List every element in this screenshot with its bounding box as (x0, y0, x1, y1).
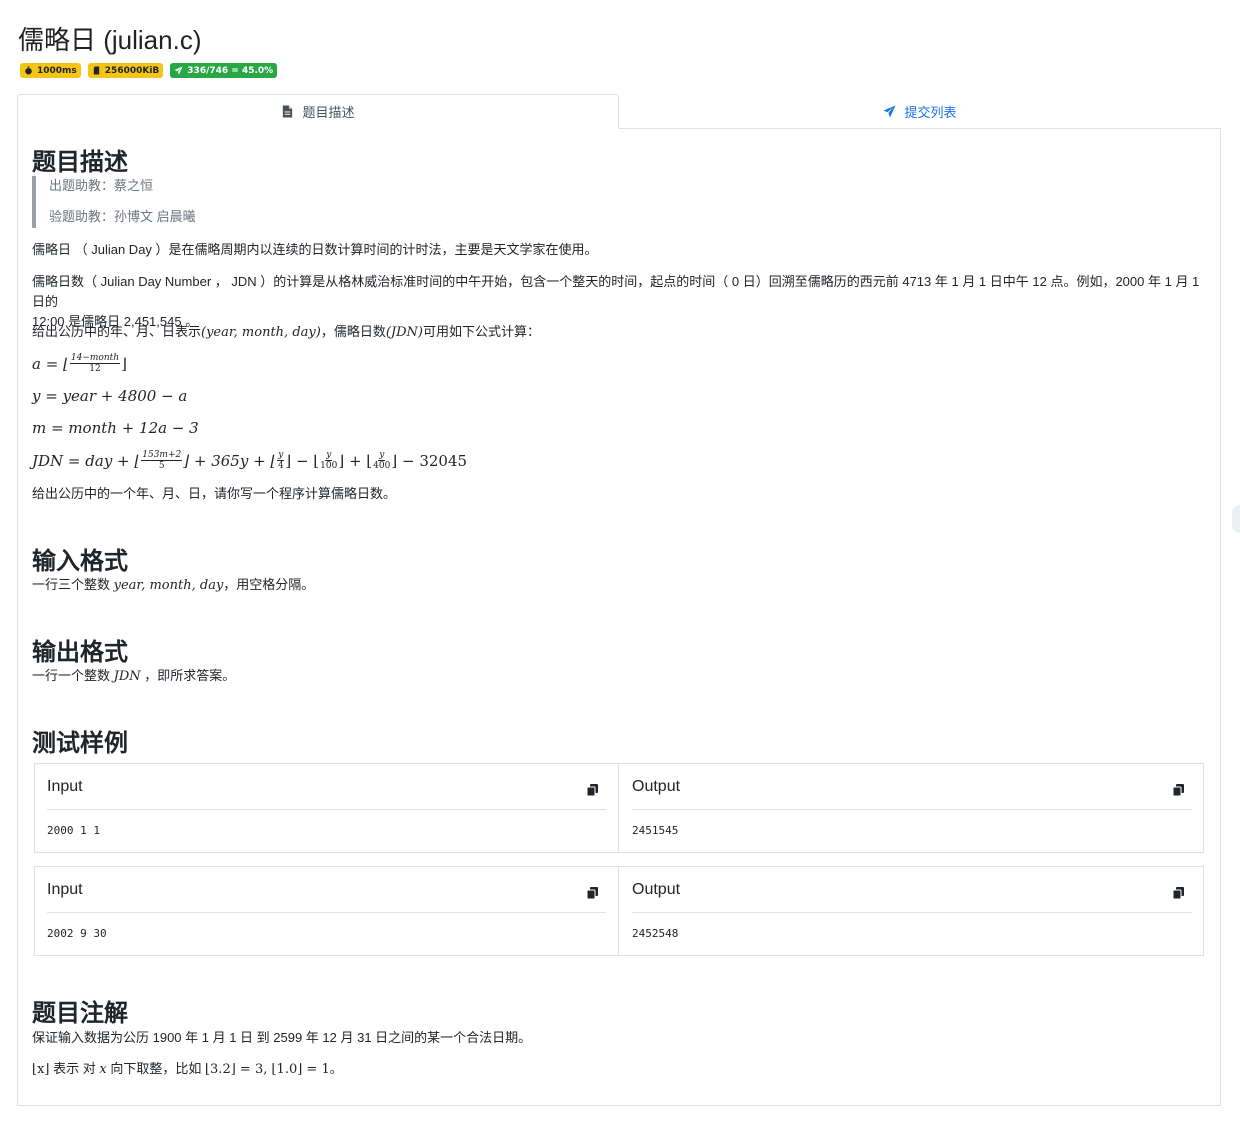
sample-input-value: 2000 1 1 (47, 824, 100, 837)
sample-output-cell: Output 2451545 (620, 764, 1204, 852)
formula-m: m = month + 12a − 3 (32, 419, 199, 437)
sample-output-value: 2452548 (632, 927, 679, 940)
tester-credit: 验题助教：孙博文 启晨曦 (49, 209, 196, 224)
formula-intro: 给出公历中的年、月、日表示(year, month, day)，儒略日数(JDN… (32, 324, 540, 340)
sample-input-value: 2002 9 30 (47, 927, 107, 940)
sample-input-label: Input (47, 778, 83, 795)
acceptance-rate-badge[interactable]: 336/746 = 45.0% (170, 63, 278, 78)
sample-output-cell: Output 2452548 (620, 867, 1204, 955)
output-format-heading: 输出格式 (32, 638, 128, 666)
samples-heading: 测试样例 (32, 729, 128, 757)
sample-input-label: Input (47, 881, 83, 898)
problem-limits: 1000ms 256000KiB 336/746 = 45.0% (20, 63, 278, 78)
side-drawer-handle[interactable] (1232, 505, 1240, 533)
notes-line-1: 保证输入数据为公历 1900 年 1 月 1 日 到 2599 年 12 月 3… (32, 1030, 532, 1045)
paper-plane-icon (174, 66, 183, 75)
output-format-text: 一行一个整数 JDN ，即所求答案。 (32, 668, 236, 684)
file-icon (283, 105, 293, 118)
sample-output-value: 2451545 (632, 824, 679, 837)
memory-limit-badge: 256000KiB (87, 63, 164, 78)
sample-row: Input 2002 9 30 Output 2452548 (34, 866, 1204, 956)
input-format-heading: 输入格式 (32, 547, 128, 575)
notes-line-2: ⌊x⌋ 表示 对 x 向下取整，比如 ⌊3.2⌋ = 3, ⌊1.0⌋ = 1。 (32, 1061, 343, 1077)
problem-panel: 题目描述 出题助教：蔡之恒 验题助教：孙博文 启晨曦 儒略日 （ Julian … (17, 128, 1221, 1106)
paper-plane-icon (883, 104, 897, 118)
sample-row: Input 2000 1 1 Output 2451545 (34, 763, 1204, 853)
sample-input-cell: Input 2000 1 1 (35, 764, 619, 852)
setter-credit: 出题助教：蔡之恒 (49, 178, 154, 193)
copy-icon[interactable] (587, 887, 598, 899)
tab-description[interactable]: 题目描述 (17, 94, 619, 129)
time-limit-badge: 1000ms (20, 63, 81, 78)
task-paragraph: 给出公历中的一个年、月、日，请你写一个程序计算儒略日数。 (32, 486, 397, 501)
description-heading: 题目描述 (32, 148, 128, 176)
copy-icon[interactable] (587, 784, 598, 796)
sample-output-label: Output (632, 778, 681, 795)
problem-tabs: 题目描述 提交列表 (17, 94, 1221, 129)
intro-paragraph: 儒略日 （ Julian Day ）是在儒略周期内以连续的日数计算时间的计时法，… (32, 242, 598, 257)
copy-icon[interactable] (1173, 784, 1184, 796)
stopwatch-icon (25, 66, 32, 75)
sample-input-cell: Input 2002 9 30 (35, 867, 619, 955)
page-title: 儒略日 (julian.c) (18, 25, 202, 55)
sample-output-label: Output (632, 881, 681, 898)
copy-icon[interactable] (1173, 887, 1184, 899)
formula-y: y = year + 4800 − a (32, 387, 188, 405)
notes-heading: 题目注解 (32, 999, 128, 1027)
input-format-text: 一行三个整数 year, month, day，用空格分隔。 (32, 577, 315, 593)
sd-card-icon (93, 66, 99, 75)
tab-submissions[interactable]: 提交列表 (619, 94, 1221, 129)
formula-jdn: JDN = day + ⌊ 153m+2 5 ⌋ + 365y + ⌊ y4 ⌋ … (32, 450, 468, 471)
staff-blockquote: 出题助教：蔡之恒 验题助教：孙博文 启晨曦 (32, 176, 196, 228)
formula-a: a = ⌊ 14−month 12 ⌋ (32, 353, 127, 374)
